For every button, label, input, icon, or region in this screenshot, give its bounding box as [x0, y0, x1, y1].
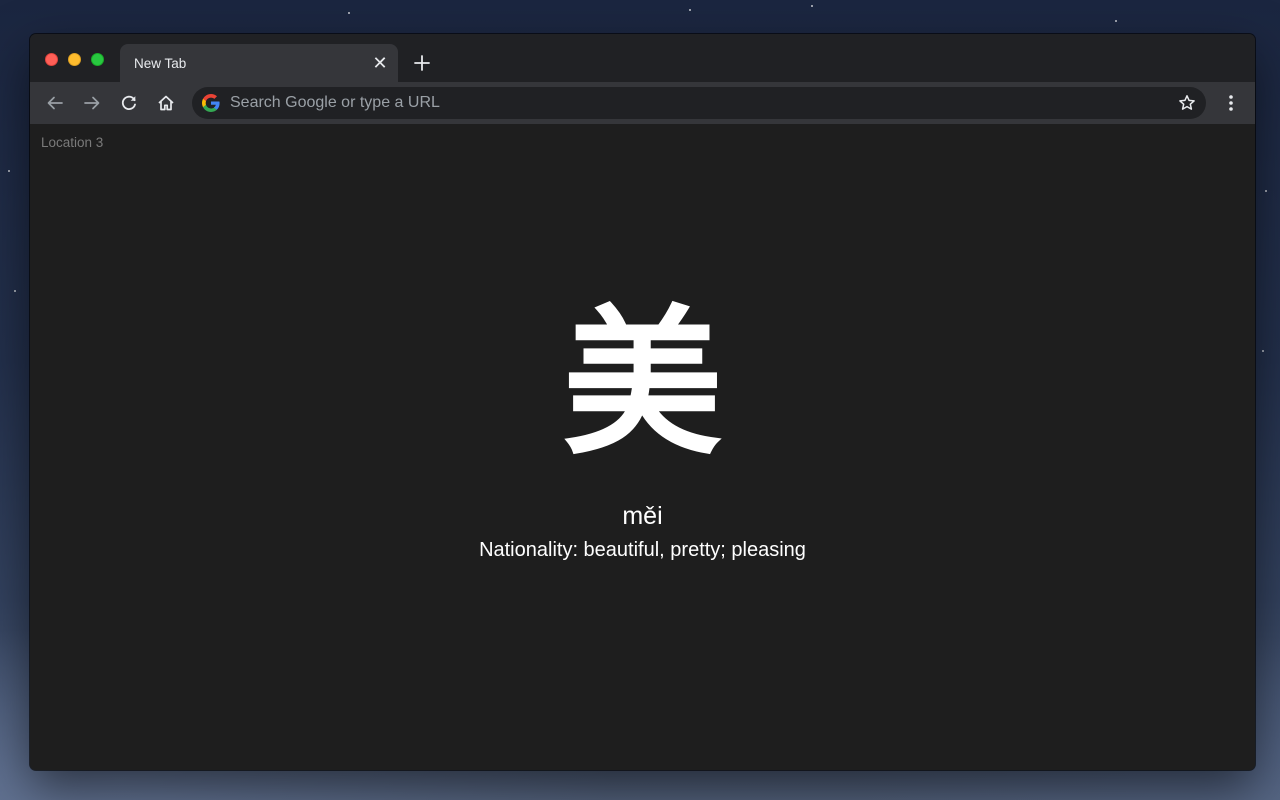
home-icon[interactable] — [152, 89, 180, 117]
chinese-character: 美 — [562, 290, 723, 477]
wallpaper-star — [8, 170, 10, 172]
wallpaper-star — [14, 290, 16, 292]
wallpaper-star — [348, 12, 350, 14]
wallpaper-star — [1265, 190, 1267, 192]
meaning-text: Nationality: beautiful, pretty; pleasing — [479, 539, 806, 561]
window-close-button[interactable] — [45, 53, 58, 66]
arrow-right-icon[interactable] — [78, 89, 106, 117]
tab-close-icon[interactable]: ✕ — [370, 53, 390, 73]
tab-strip: New Tab ✕ — [30, 34, 1255, 82]
omnibox[interactable] — [192, 87, 1206, 119]
tab-title: New Tab — [134, 56, 187, 71]
location-label: Location 3 — [41, 135, 104, 150]
omnibox-input[interactable] — [230, 87, 1130, 119]
window-minimize-button[interactable] — [68, 53, 81, 66]
page-content: Location 3 美 měi Nationality: beautiful,… — [30, 124, 1255, 770]
wallpaper-star — [1115, 20, 1117, 22]
wallpaper-star — [811, 5, 813, 7]
window-maximize-button[interactable] — [91, 53, 104, 66]
tab-new-tab[interactable]: New Tab ✕ — [120, 44, 398, 82]
wallpaper-star — [1262, 350, 1264, 352]
wallpaper-star — [689, 9, 691, 11]
star-outline-icon[interactable] — [1176, 92, 1198, 114]
browser-toolbar — [30, 82, 1255, 124]
arrow-left-icon[interactable] — [41, 89, 69, 117]
google-g-icon — [202, 94, 220, 112]
browser-window: New Tab ✕ Search Google or type a URL Lo… — [30, 34, 1255, 770]
reload-icon[interactable] — [115, 89, 143, 117]
pinyin-text: měi — [622, 502, 663, 530]
plus-icon[interactable] — [408, 49, 436, 77]
more-vertical-icon[interactable] — [1219, 89, 1243, 117]
